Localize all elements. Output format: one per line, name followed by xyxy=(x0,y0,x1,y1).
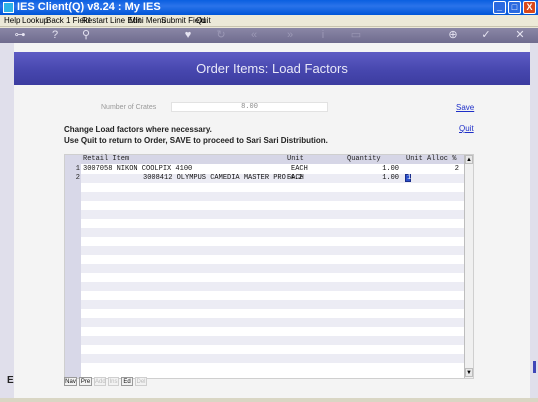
col-unit: Unit xyxy=(287,155,304,163)
cell-unit: EACH xyxy=(291,165,308,173)
right-panel xyxy=(530,43,538,398)
menu-lookup[interactable]: Lookup xyxy=(22,16,48,26)
document-icon[interactable]: ▭ xyxy=(350,29,362,42)
empty-row xyxy=(81,354,464,363)
grid-scrollbar[interactable]: ▲ ▼ xyxy=(464,155,473,378)
empty-row xyxy=(81,318,464,327)
minimize-button[interactable]: _ xyxy=(493,1,506,14)
cell-alloc-value: 1 xyxy=(407,174,412,182)
cell-quantity: 1.00 xyxy=(382,165,399,173)
table-row[interactable]: 3007058 NIKON COOLPIX 4100 EACH 1.00 2 xyxy=(81,165,464,174)
globe-icon[interactable]: ⊕ xyxy=(447,29,459,42)
grid-header: Retail Item Unit Quantity Unit Alloc % xyxy=(81,155,464,164)
col-quantity: Quantity xyxy=(347,155,381,163)
maximize-button[interactable]: □ xyxy=(508,1,521,14)
row-header-column xyxy=(65,155,81,378)
side-scroll-indicator[interactable] xyxy=(533,361,536,373)
scroll-up-arrow[interactable]: ▲ xyxy=(465,155,473,164)
side-marker: E xyxy=(7,375,14,386)
insert-button[interactable]: Ins xyxy=(108,377,119,386)
cell-item: 3007058 NIKON COOLPIX 4100 xyxy=(83,165,193,173)
status-bar xyxy=(0,398,538,402)
crates-label: Number of Crates xyxy=(101,104,157,111)
empty-row xyxy=(81,300,464,309)
quit-link[interactable]: Quit xyxy=(459,124,474,133)
help-icon[interactable]: ? xyxy=(49,29,61,42)
toolbar: ⊶ ? ⚲ ♥ ↻ « » i ▭ ⊕ ✓ ✕ xyxy=(0,28,538,43)
search-icon[interactable]: ⚲ xyxy=(80,29,92,42)
add-button[interactable]: Add xyxy=(94,377,106,386)
previous-button[interactable]: Pre xyxy=(79,377,92,386)
row-number: 2 xyxy=(75,174,80,182)
empty-row xyxy=(81,282,464,291)
instruction-line-1: Change Load factors where necessary. xyxy=(64,125,212,134)
save-link[interactable]: Save xyxy=(456,103,474,112)
heart-icon[interactable]: ♥ xyxy=(182,29,194,42)
edit-button[interactable]: Ed xyxy=(121,377,133,386)
nav-button[interactable]: Nav xyxy=(64,377,77,386)
app-icon xyxy=(3,2,14,13)
instruction-line-2: Use Quit to return to Order, SAVE to pro… xyxy=(64,136,328,145)
crates-field: 8.00 xyxy=(171,102,328,112)
check-icon[interactable]: ✓ xyxy=(480,29,492,42)
close-window-button[interactable]: X xyxy=(523,1,536,14)
cell-item: 3008412 OLYMPUS CAMEDIA MASTER PRO 4.2 xyxy=(143,174,303,182)
cell-alloc[interactable]: 2 xyxy=(441,165,459,174)
title-bar: IES Client(Q) v8.24 : My IES _ □ X xyxy=(0,0,538,15)
menu-quit[interactable]: Quit xyxy=(196,16,211,26)
table-row[interactable]: 3008412 OLYMPUS CAMEDIA MASTER PRO 4.2 E… xyxy=(81,174,464,183)
scroll-down-arrow[interactable]: ▼ xyxy=(465,368,473,377)
menu-bar: Help Lookup Back 1 Field Restart Line Ed… xyxy=(0,15,538,27)
empty-row xyxy=(81,228,464,237)
left-panel: E xyxy=(0,43,14,398)
empty-row xyxy=(81,192,464,201)
menu-help[interactable]: Help xyxy=(4,16,20,26)
empty-row xyxy=(81,336,464,345)
main-area: E Order Items: Load Factors Number of Cr… xyxy=(0,43,538,398)
delete-button[interactable]: Del xyxy=(135,377,147,386)
cell-quantity: 1.00 xyxy=(382,174,399,182)
row-number: 1 xyxy=(75,165,80,173)
key-icon[interactable]: ⊶ xyxy=(12,29,28,42)
info-icon[interactable]: i xyxy=(317,29,329,42)
cell-unit: EACH xyxy=(287,174,304,182)
page-title: Order Items: Load Factors xyxy=(14,52,530,85)
refresh-icon[interactable]: ↻ xyxy=(215,29,227,42)
col-retail-item: Retail Item xyxy=(83,155,130,163)
window-title: IES Client(Q) v8.24 : My IES xyxy=(17,1,161,13)
col-unit-alloc: Unit Alloc % xyxy=(406,155,457,163)
items-grid: Retail Item Unit Quantity Unit Alloc % 1… xyxy=(64,154,474,379)
empty-row xyxy=(81,246,464,255)
empty-row xyxy=(81,210,464,219)
empty-row xyxy=(81,264,464,273)
forward-icon[interactable]: » xyxy=(284,29,296,42)
close-icon[interactable]: ✕ xyxy=(514,29,526,42)
rewind-icon[interactable]: « xyxy=(248,29,260,42)
